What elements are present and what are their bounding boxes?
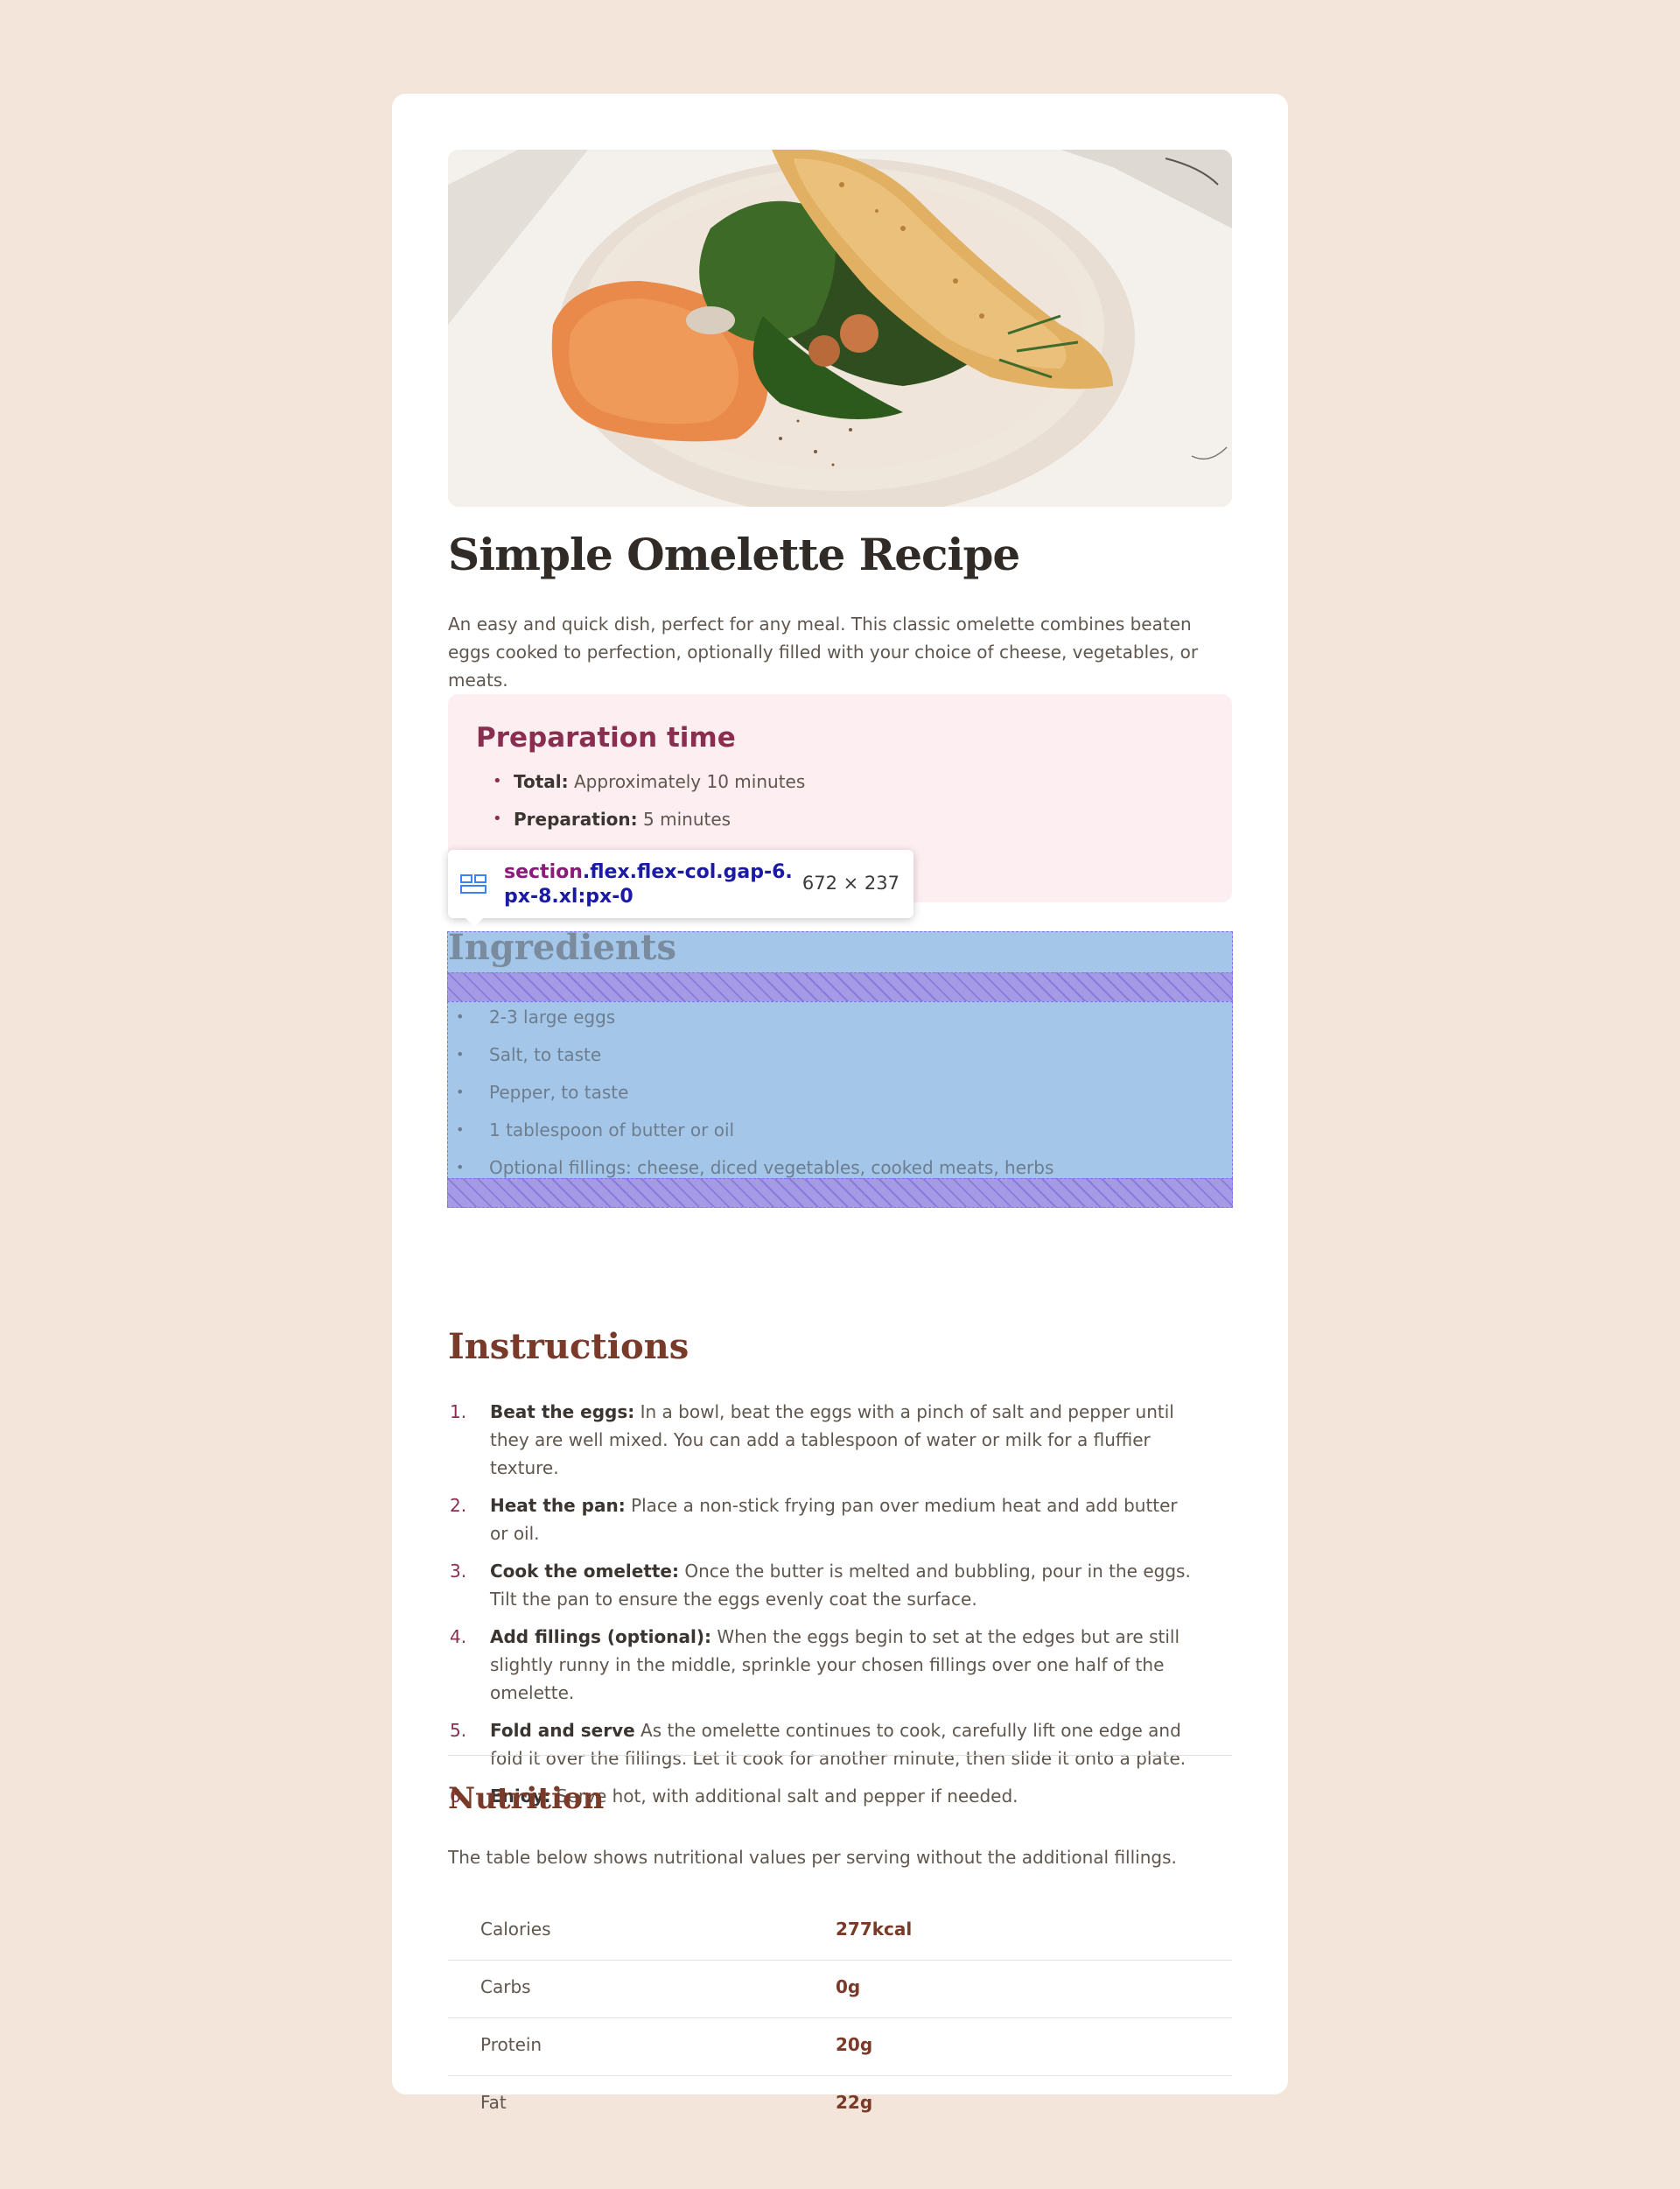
- table-row: Carbs 0g: [448, 1961, 1232, 2018]
- step-label: Heat the pan:: [490, 1495, 626, 1516]
- step-label: Cook the omelette:: [490, 1561, 679, 1582]
- ingredient-item: Pepper, to taste: [448, 1077, 1054, 1115]
- preparation-title: Preparation time: [476, 722, 736, 754]
- section-divider: [448, 1755, 1232, 1756]
- devtools-inspect-tooltip: section.flex.flex-col.gap-6.px-8.xl:px-0…: [448, 850, 914, 927]
- preparation-item-label: Total:: [514, 771, 569, 792]
- table-row: Calories 277kcal: [448, 1903, 1232, 1961]
- preparation-item-value: Approximately 10 minutes: [574, 771, 806, 792]
- ingredient-item: 2-3 large eggs: [448, 1002, 1054, 1040]
- preparation-item-value: 5 minutes: [643, 809, 732, 830]
- nutrition-table: Calories 277kcal Carbs 0g Protein 20g Fa…: [448, 1903, 1232, 2133]
- nutrient-value: 0g: [836, 1976, 861, 1997]
- step-number: 4.: [450, 1626, 467, 1647]
- nutrient-name: Carbs: [480, 1976, 531, 1997]
- ingredients-list-highlight: 2-3 large eggs Salt, to taste Pepper, to…: [447, 1001, 1233, 1182]
- instruction-step: 3. Cook the omelette: Once the butter is …: [448, 1557, 1200, 1613]
- instructions-list: 1. Beat the eggs: In a bowl, beat the egg…: [448, 1398, 1200, 1820]
- ingredients-title: Ingredients: [448, 927, 676, 968]
- nutrient-name: Protein: [480, 2034, 542, 2055]
- hero-image: [448, 150, 1232, 507]
- step-label: Beat the eggs:: [490, 1401, 635, 1422]
- nutrient-value: 20g: [836, 2034, 873, 2055]
- recipe-intro: An easy and quick dish, perfect for any …: [448, 614, 1199, 691]
- tooltip-dimensions: 672 × 237: [802, 873, 900, 894]
- preparation-item-label: Preparation:: [514, 809, 638, 830]
- step-label: Fold and serve: [490, 1720, 635, 1741]
- ingredients-section: Ingredients 2-3 large eggs Salt, to tast…: [447, 927, 1233, 1208]
- recipe-title: Simple Omelette Recipe: [448, 529, 1020, 580]
- nutrition-title: Nutrition: [448, 1781, 605, 1816]
- nutrient-name: Calories: [480, 1919, 551, 1940]
- instructions-title: Instructions: [448, 1326, 690, 1367]
- instruction-step: 4. Add fillings (optional): When the eggs…: [448, 1623, 1200, 1707]
- instruction-step: 2. Heat the pan: Place a non-stick frying…: [448, 1491, 1200, 1547]
- table-row: Fat 22g: [448, 2076, 1232, 2133]
- preparation-item: Preparation: 5 minutes: [476, 807, 805, 845]
- step-text: Serve hot, with additional salt and pepp…: [556, 1786, 1018, 1807]
- step-number: 5.: [450, 1720, 467, 1741]
- preparation-item: Total: Approximately 10 minutes: [476, 769, 805, 807]
- step-number: 1.: [450, 1401, 467, 1422]
- recipe-card: Simple Omelette Recipe An easy and quick…: [392, 94, 1288, 2113]
- ingredient-item: 1 tablespoon of butter or oil: [448, 1115, 1054, 1153]
- nutrient-value: 22g: [836, 2092, 873, 2113]
- table-row: Protein 20g: [448, 2018, 1232, 2076]
- nutrition-description: The table below shows nutritional values…: [448, 1847, 1177, 1868]
- ingredient-item: Salt, to taste: [448, 1040, 1054, 1077]
- ingredients-list: 2-3 large eggs Salt, to taste Pepper, to…: [448, 1002, 1054, 1190]
- instruction-step: 1. Beat the eggs: In a bowl, beat the egg…: [448, 1398, 1200, 1482]
- step-label: Add fillings (optional):: [490, 1626, 711, 1647]
- preparation-list: Total: Approximately 10 minutes Preparat…: [476, 769, 805, 845]
- padding-highlight: [447, 1178, 1233, 1208]
- instruction-step: 5. Fold and serve As the omelette continu…: [448, 1716, 1200, 1772]
- tooltip-selector: section.flex.flex-col.gap-6.px-8.xl:px-0: [504, 860, 793, 909]
- nutrient-value: 277kcal: [836, 1919, 913, 1940]
- ingredients-heading-highlight: Ingredients: [447, 927, 1233, 973]
- tooltip-tag: section: [504, 861, 583, 883]
- nutrient-name: Fat: [480, 2092, 507, 2113]
- step-number: 3.: [450, 1561, 467, 1582]
- step-number: 2.: [450, 1495, 467, 1516]
- omelette-photo: [448, 150, 1232, 507]
- flex-gap-highlight: [447, 972, 1233, 1002]
- layout-grid-icon: [460, 874, 486, 897]
